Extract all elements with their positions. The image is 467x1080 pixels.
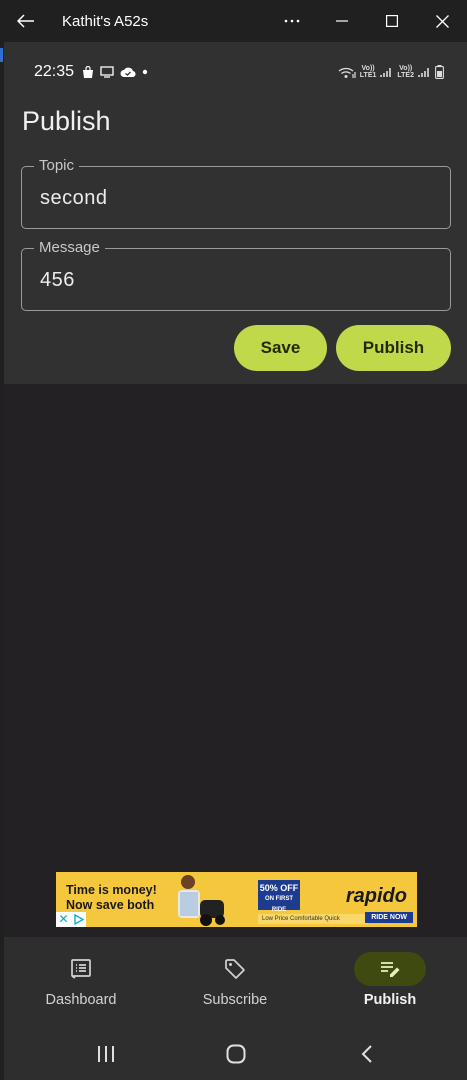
ad-banner[interactable]: Time is money! Now save both 50% OFF ON … xyxy=(56,872,417,927)
page-title: Publish xyxy=(22,106,111,136)
ad-choices-icon[interactable] xyxy=(71,912,86,927)
save-button[interactable]: Save xyxy=(234,325,327,371)
nav-item-dashboard[interactable]: Dashboard xyxy=(4,937,158,1027)
more-icon xyxy=(284,19,300,23)
screen-cast-icon xyxy=(100,66,114,78)
nav-icon-container xyxy=(199,952,271,986)
signal-strength-icon xyxy=(380,68,392,77)
minimize-icon xyxy=(336,20,348,22)
ad-offer-subtext: ON FIRST RIDE xyxy=(265,896,293,913)
wifi-calling-icon xyxy=(338,67,356,78)
nav-icon-container xyxy=(45,952,117,986)
message-label: Message xyxy=(34,239,105,256)
recent-apps-button[interactable] xyxy=(86,1039,126,1069)
sim2-lte-label: LTE2 xyxy=(397,72,414,79)
ad-close-icon[interactable]: ✕ xyxy=(56,912,71,927)
status-system-icons: Vo)) LTE1 Vo)) LTE2 xyxy=(338,62,444,82)
window-titlebar: Kathit's A52s xyxy=(0,0,467,42)
ad-headline: Time is money! Now save both xyxy=(66,883,157,913)
sim1-lte-label: LTE1 xyxy=(359,72,377,79)
system-back-button[interactable] xyxy=(347,1039,387,1069)
nav-item-publish[interactable]: Publish xyxy=(313,937,467,1027)
tag-icon xyxy=(225,959,245,979)
sim2-volte-label: Vo)) xyxy=(399,65,413,72)
sim1-volte-label: Vo)) xyxy=(361,65,375,72)
ad-features: Low Price Comfortable Quick xyxy=(258,914,368,924)
nav-item-subscribe[interactable]: Subscribe xyxy=(158,937,312,1027)
ad-headline-line1: Time is money! xyxy=(66,883,157,897)
minimize-button[interactable] xyxy=(317,0,367,42)
status-notification-icons xyxy=(82,65,148,79)
shopping-bag-icon xyxy=(83,65,94,78)
cloud-check-icon xyxy=(120,67,136,78)
publish-button[interactable]: Publish xyxy=(336,325,451,371)
ad-headline-line2: Now save both xyxy=(66,898,155,912)
close-button[interactable] xyxy=(417,0,467,42)
more-button[interactable] xyxy=(267,0,317,42)
recent-apps-icon xyxy=(98,1046,114,1062)
topic-label: Topic xyxy=(34,157,80,174)
nav-icon-container-active xyxy=(354,952,426,986)
ad-person-image xyxy=(178,875,225,926)
sim2-volte-indicator: Vo)) LTE2 xyxy=(397,65,414,79)
ad-brand-logo: rapido xyxy=(345,885,407,907)
sim1-volte-indicator: Vo)) LTE1 xyxy=(360,65,377,79)
system-navigation-bar xyxy=(4,1027,467,1080)
arrow-left-icon xyxy=(17,14,34,28)
publish-panel: 22:35 Vo)) LTE1 Vo)) LTE2 Publish Topic … xyxy=(4,42,467,384)
notification-dot-icon xyxy=(142,69,148,75)
publish-icon xyxy=(381,962,400,977)
phone-screen: 22:35 Vo)) LTE1 Vo)) LTE2 Publish Topic … xyxy=(4,42,467,1080)
topic-input-value[interactable]: second xyxy=(40,187,108,210)
ad-offer-badge: 50% OFF ON FIRST RIDE xyxy=(258,880,300,913)
home-icon xyxy=(226,1044,246,1064)
status-bar: 22:35 Vo)) LTE1 Vo)) LTE2 xyxy=(34,62,444,82)
close-icon xyxy=(435,14,449,28)
message-field[interactable]: Message 456 xyxy=(21,239,451,311)
nav-label-subscribe: Subscribe xyxy=(202,992,268,1008)
battery-icon xyxy=(435,65,444,79)
maximize-button[interactable] xyxy=(367,0,417,42)
message-input-value[interactable]: 456 xyxy=(40,269,75,292)
maximize-icon xyxy=(386,15,398,27)
back-button[interactable] xyxy=(0,0,52,42)
bottom-navigation: Dashboard Subscribe Publish xyxy=(4,937,467,1027)
window-title: Kathit's A52s xyxy=(62,12,149,30)
home-button[interactable] xyxy=(216,1039,256,1069)
window-accent-marker xyxy=(0,48,3,62)
dashboard-icon xyxy=(71,959,91,979)
status-time: 22:35 xyxy=(34,63,75,80)
chevron-left-icon xyxy=(361,1045,372,1063)
topic-field[interactable]: Topic second xyxy=(21,157,451,229)
nav-label-publish: Publish xyxy=(363,992,417,1008)
nav-label-dashboard: Dashboard xyxy=(45,992,117,1008)
ad-cta-button[interactable]: RIDE NOW xyxy=(365,912,413,923)
ad-offer-text: 50% OFF xyxy=(259,883,299,893)
signal-strength-icon xyxy=(418,68,429,77)
